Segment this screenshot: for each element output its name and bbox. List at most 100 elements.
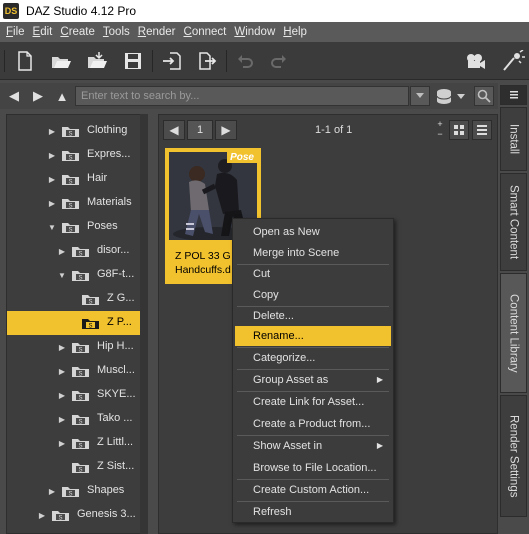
search-history-dropdown[interactable]	[410, 86, 430, 106]
tree-item[interactable]: ▼ S G8F-t...	[7, 263, 147, 287]
tree-item[interactable]: S Z Sist...	[7, 455, 147, 479]
page-number[interactable]: 1	[187, 120, 213, 140]
tree-item[interactable]: ▶ S Tako ...	[7, 407, 147, 431]
collapsed-arrow-icon[interactable]: ▶	[57, 390, 67, 400]
collapsed-arrow-icon[interactable]: ▶	[47, 126, 57, 136]
prev-page-button[interactable]: ◀	[163, 120, 185, 140]
title-bar: DS DAZ Studio 4.12 Pro	[0, 0, 529, 22]
list-view-button[interactable]	[472, 120, 492, 140]
next-page-button[interactable]: ▶	[215, 120, 237, 140]
menu-create-link[interactable]: Create Link for Asset...	[235, 392, 391, 412]
thumbnail-size-stepper[interactable]: + −	[435, 119, 445, 141]
menu-window[interactable]: Window	[230, 26, 279, 38]
chevron-down-icon	[416, 93, 424, 98]
tree-item[interactable]: S Z P...	[7, 311, 147, 335]
database-filter-button[interactable]	[433, 86, 469, 106]
arrow-right-icon: ▶	[221, 123, 231, 137]
menu-show-asset-in[interactable]: Show Asset in ▶	[235, 436, 391, 456]
toolbar-separator	[152, 50, 153, 72]
menu-open-as-new[interactable]: Open as New	[235, 222, 391, 242]
tab-render-settings[interactable]: Render Settings	[500, 395, 527, 517]
tree-item[interactable]: ▶ S Clothing	[7, 119, 147, 143]
menu-create-product[interactable]: Create a Product from...	[235, 414, 391, 434]
export-button[interactable]	[194, 48, 220, 74]
search-button[interactable]	[474, 86, 494, 106]
up-button[interactable]: ▲	[53, 86, 71, 106]
search-input[interactable]: Enter text to search by...	[75, 86, 409, 106]
menu-delete[interactable]: Delete...	[235, 306, 391, 326]
tab-content-library[interactable]: Content Library	[500, 273, 527, 393]
tree-item[interactable]: ▼ S Poses	[7, 215, 147, 239]
merge-button[interactable]	[84, 48, 110, 74]
tab-install[interactable]: Install	[500, 107, 527, 171]
tree-item-label: Genesis 3...	[77, 508, 136, 520]
minus-icon[interactable]: −	[435, 129, 445, 139]
tree-item[interactable]: ▶ S Shapes	[7, 479, 147, 503]
tree-item-label: G8F-t...	[97, 268, 135, 280]
menu-render[interactable]: Render	[134, 26, 180, 38]
tree-item[interactable]: ▶ S Z Littl...	[7, 431, 147, 455]
tree-item[interactable]: ▶ S Hip H...	[7, 335, 147, 359]
new-file-button[interactable]	[12, 48, 38, 74]
collapsed-arrow-icon[interactable]: ▶	[57, 438, 67, 448]
tree-item[interactable]: ▶ S Expres...	[7, 143, 147, 167]
folder-icon: S	[71, 364, 91, 378]
collapsed-arrow-icon[interactable]: ▶	[47, 150, 57, 160]
menu-create[interactable]: Create	[56, 26, 99, 38]
menu-rename[interactable]: Rename...	[235, 326, 391, 346]
import-button[interactable]	[159, 48, 185, 74]
collapsed-arrow-icon[interactable]: ▶	[57, 414, 67, 424]
menu-create-custom-action[interactable]: Create Custom Action...	[235, 480, 391, 500]
svg-text:S: S	[68, 228, 72, 234]
tree-item[interactable]: ▶ S Muscl...	[7, 359, 147, 383]
menu-group-asset-as[interactable]: Group Asset as ▶	[235, 370, 391, 390]
menu-tools[interactable]: Tools	[99, 26, 134, 38]
collapsed-arrow-icon[interactable]: ▶	[37, 510, 47, 520]
expanded-arrow-icon[interactable]: ▼	[57, 270, 67, 280]
camera-button[interactable]	[462, 48, 488, 74]
icon-view-button[interactable]	[449, 120, 469, 140]
forward-button[interactable]: ▶	[29, 86, 47, 106]
svg-text:S: S	[68, 132, 72, 138]
menu-cut[interactable]: Cut	[235, 264, 391, 284]
collapsed-arrow-icon[interactable]: ▶	[57, 246, 67, 256]
spotlight-button[interactable]	[500, 48, 526, 74]
collapsed-arrow-icon[interactable]: ▶	[47, 486, 57, 496]
tree-scrollbar[interactable]	[140, 114, 148, 534]
tree-item[interactable]: ▶ S Hair	[7, 167, 147, 191]
collapsed-arrow-icon[interactable]: ▶	[47, 198, 57, 208]
tree-item[interactable]: ▶ S Genesis 3...	[7, 503, 147, 527]
menu-categorize[interactable]: Categorize...	[235, 348, 391, 368]
tree-item[interactable]: ▶ Sdisor...	[7, 239, 147, 263]
save-button[interactable]	[120, 48, 146, 74]
panel-scroll-up[interactable]	[500, 85, 527, 105]
folder-icon: S	[61, 196, 81, 210]
menu-edit[interactable]: Edit	[29, 26, 57, 38]
collapsed-arrow-icon[interactable]: ▶	[57, 342, 67, 352]
back-button[interactable]: ◀	[5, 86, 23, 106]
plus-icon[interactable]: +	[435, 119, 445, 129]
collapsed-arrow-icon[interactable]: ▶	[47, 174, 57, 184]
menu-file[interactable]: File	[2, 26, 29, 38]
menu-merge-into-scene[interactable]: Merge into Scene	[235, 243, 391, 263]
expanded-arrow-icon[interactable]: ▼	[47, 222, 57, 232]
redo-button[interactable]	[266, 48, 292, 74]
undo-button[interactable]	[232, 48, 258, 74]
collapsed-arrow-icon[interactable]: ▶	[57, 366, 67, 376]
tree-item[interactable]: S Z G...	[7, 287, 147, 311]
side-tab-bar: Install Smart Content Content Library Re…	[498, 83, 529, 534]
svg-text:S: S	[78, 252, 82, 258]
menu-copy[interactable]: Copy	[235, 285, 391, 305]
menu-browse-to-file-location[interactable]: Browse to File Location...	[235, 458, 391, 478]
tab-smart-content[interactable]: Smart Content	[500, 173, 527, 271]
tree-item-label: SKYE...	[97, 388, 136, 400]
svg-text:S: S	[88, 300, 92, 306]
menu-connect[interactable]: Connect	[180, 26, 231, 38]
menu-refresh[interactable]: Refresh	[235, 502, 391, 522]
menu-help[interactable]: Help	[279, 26, 311, 38]
tree-item[interactable]: ▶ S Materials	[7, 191, 147, 215]
open-button[interactable]	[48, 48, 74, 74]
svg-text:S: S	[78, 348, 82, 354]
tree-item[interactable]: ▶ S SKYE...	[7, 383, 147, 407]
tree-item-label: Z Littl...	[97, 436, 134, 448]
